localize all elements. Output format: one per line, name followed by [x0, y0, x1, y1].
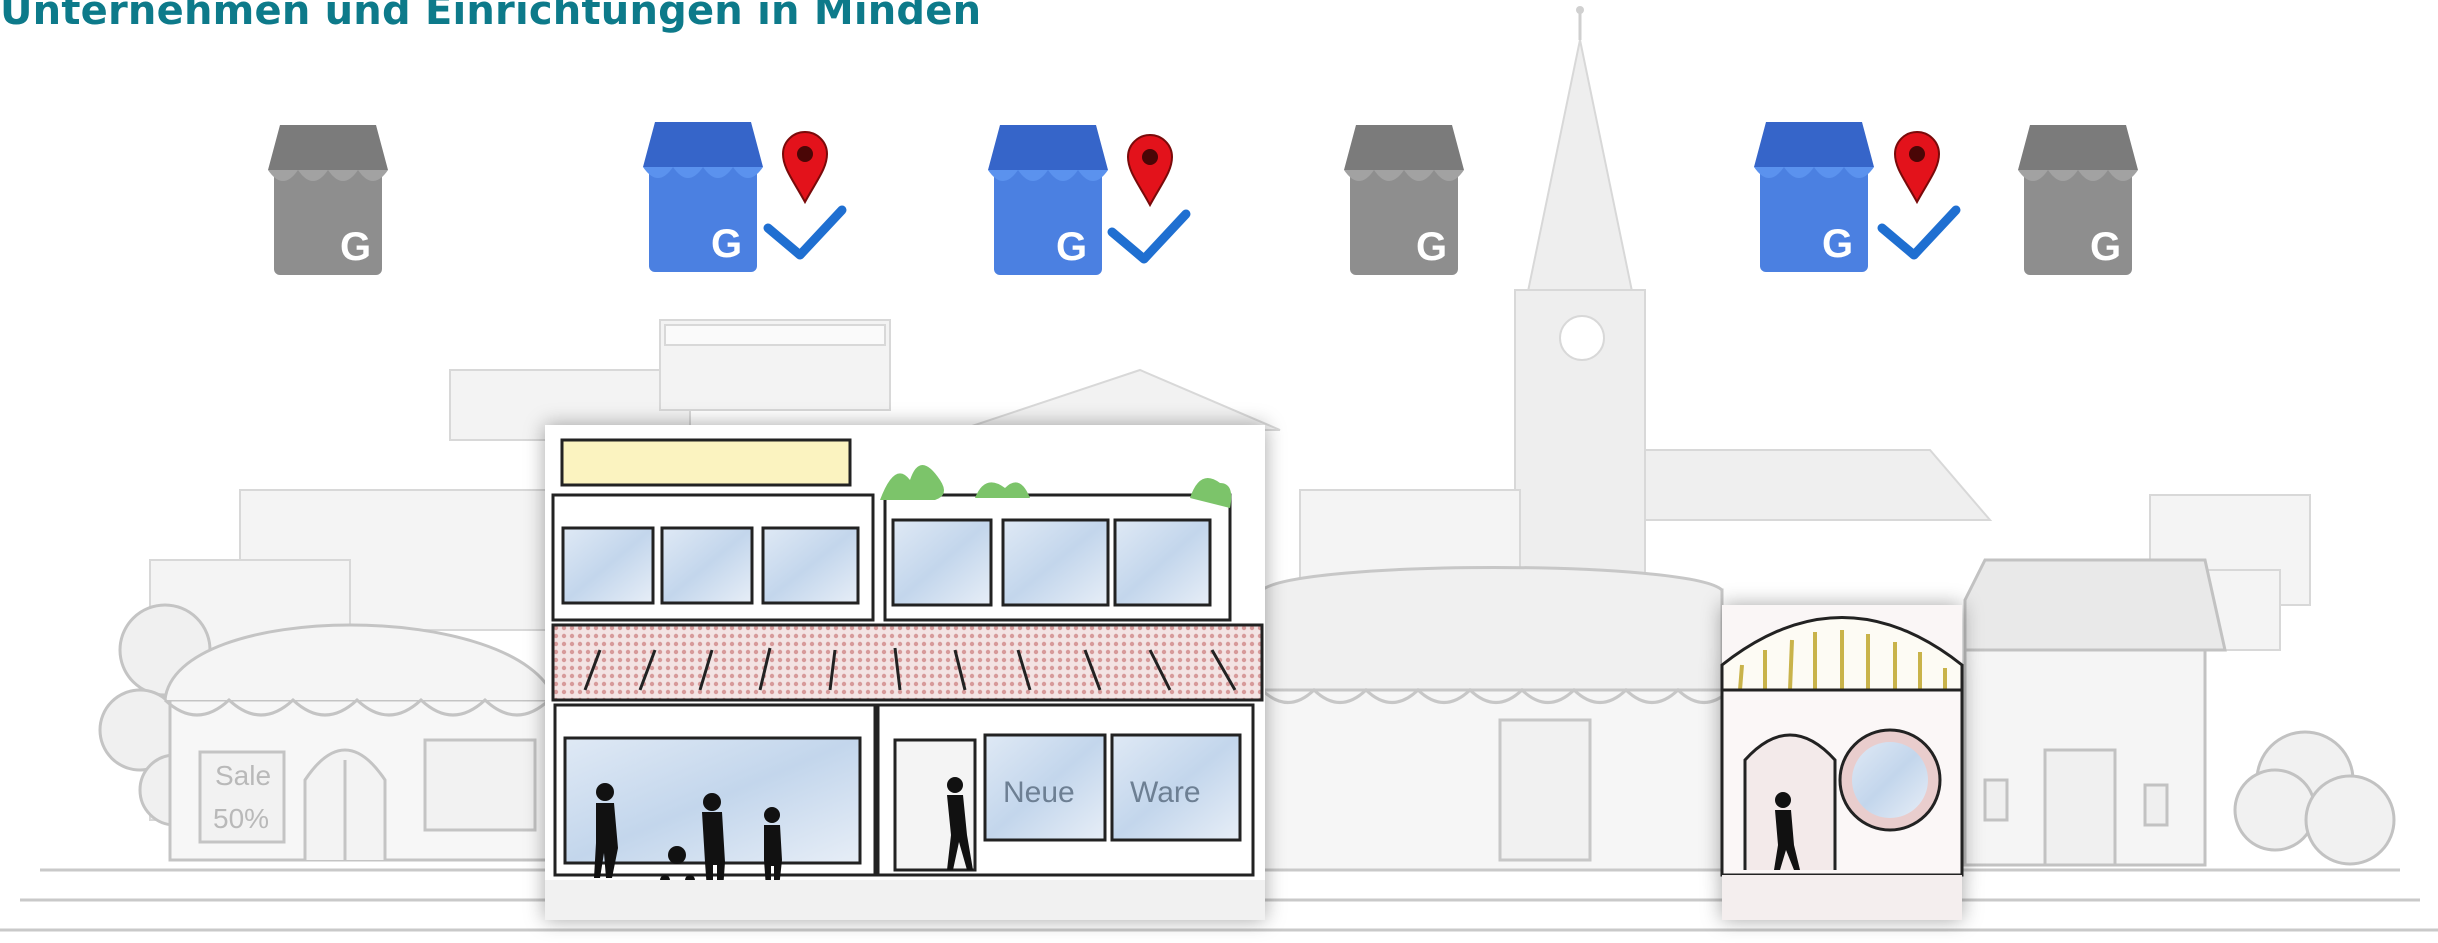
- map-pin-icon: [1893, 131, 1941, 205]
- town-illustration: Sale 50% Neue Ware G G G G G G: [0, 6, 2438, 932]
- highlighted-shop-photo: Neue Ware: [545, 425, 1265, 920]
- window-text-ware: Ware: [1130, 776, 1201, 809]
- map-pin-icon: [781, 131, 829, 205]
- google-my-business-icon-6-unclaimed: G: [2018, 125, 2138, 275]
- svg-text:G: G: [711, 222, 742, 266]
- map-pin-icon: [1126, 134, 1174, 208]
- svg-text:G: G: [340, 225, 371, 269]
- sale-sign-line-1: Sale: [215, 760, 271, 791]
- business-profile-icons: G G G G G G: [268, 122, 2138, 275]
- checkmark-icon: [763, 205, 847, 260]
- window-text-neue: Neue: [1003, 776, 1075, 809]
- checkmark-icon: [1877, 205, 1961, 260]
- svg-text:G: G: [1416, 225, 1447, 269]
- google-my-business-icon-4-unclaimed: G: [1344, 125, 1464, 275]
- svg-text:G: G: [1056, 225, 1087, 269]
- google-my-business-icon-2-verified: G: [643, 122, 763, 272]
- svg-text:G: G: [1822, 222, 1853, 266]
- sale-shop: [98, 603, 557, 862]
- sale-sign-line-2: 50%: [213, 803, 269, 834]
- checkmark-icon: [1107, 209, 1191, 264]
- google-my-business-icon-5-verified: G: [1754, 122, 1874, 272]
- google-my-business-icon-3-verified: G: [988, 125, 1108, 275]
- svg-text:G: G: [2090, 225, 2121, 269]
- google-my-business-icon-1-unclaimed: G: [268, 125, 388, 275]
- highlighted-small-shop-photo: [1720, 605, 1964, 920]
- right-shop: [1963, 558, 2396, 867]
- middle-shop: [1260, 566, 1732, 872]
